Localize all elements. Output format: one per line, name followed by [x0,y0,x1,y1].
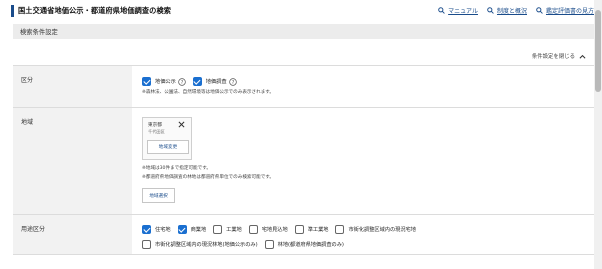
kubun-value: 地価公示 ? 地価調査 ? ※森林法、公園法、自然環境等は地価公示でのみ表示され… [132,66,594,107]
jutakuchi-checkbox[interactable]: 住宅地 [142,225,171,234]
shogyochi-label: 商業地 [190,227,207,233]
chika-koji-label: 地価公示 [155,79,176,85]
search-icon [487,7,494,14]
chiiki-row: 地域 東京都 千代田区 地域変更 ※地域は30件まで指定可能です。 ※都道府県地… [13,108,594,215]
jutakuchi-label: 住宅地 [155,227,171,233]
checkbox-checked [142,77,151,86]
checkbox-unchecked [213,225,223,234]
kogyochi-checkbox[interactable]: 工業地 [213,225,242,234]
search-conditions-table: 区分 地価公示 ? 地価調査 ? ※森林法、公園法、自然環境等は地価公示でのみ表… [13,66,594,255]
rinchi-label: 林地(都道府県地価調査のみ) [277,242,344,248]
chiiki-label: 地域 [13,108,132,214]
page-title: 国土交通省地価公示・都道府県地価調査の検索 [18,6,172,15]
checkbox-unchecked [294,225,304,234]
manual-link[interactable]: マニュアル [438,6,478,15]
help-icon[interactable]: ? [178,77,186,86]
junkogyochi-label: 準工業地 [307,227,329,233]
youto-options-row-2: 市街化調整区域内の現況林地(地価公示のみ) 林地(都道府県地価調査のみ) [142,240,594,249]
scrollbar-thumb[interactable] [595,10,601,92]
rinchi-checkbox[interactable]: 林地(都道府県地価調査のみ) [264,240,344,249]
checkbox-checked [192,77,202,86]
kubun-label: 区分 [13,66,132,107]
title-accent-bar [11,5,14,17]
checkbox-unchecked [335,225,345,234]
kogyochi-label: 工業地 [226,227,242,233]
chiiki-note-2: ※都道府県地価調査の林地は都道府県単位でのみ検索可能です。 [142,175,275,180]
overview-link-label: 制度と概況 [496,8,527,15]
kubun-options: 地価公示 ? 地価調査 ? [142,77,594,86]
genkyo-takuchi-checkbox[interactable]: 市街化調整区域内の現況宅地 [335,225,416,234]
genkyo-rinchi-label: 市街化調整区域内の現況林地(地価公示のみ) [155,242,258,248]
checkbox-unchecked [142,240,151,249]
chevron-up-icon [579,54,586,59]
section-header: 検索条件設定 [13,24,594,39]
kubun-note: ※森林法、公園法、自然環境等は地価公示でのみ表示されます。 [142,90,275,95]
youto-row: 用途区分 住宅地 商業地 工業地 宅地見込地 準工業地 市街化調整区域内の現況宅… [13,215,594,255]
collapse-conditions-button[interactable]: 条件設定を閉じる [532,52,586,60]
collapse-conditions-label: 条件設定を閉じる [531,54,575,60]
chiiki-value: 東京都 千代田区 地域変更 ※地域は30件まで指定可能です。 ※都道府県地価調査… [132,108,594,214]
manual-link-label: マニュアル [448,8,478,15]
checkbox-unchecked [248,225,258,234]
overview-link[interactable]: 制度と概況 [487,6,527,15]
selected-area-tag: 東京都 千代田区 地域変更 [142,117,192,160]
chika-chosa-label: 地価調査 [205,79,227,85]
youto-value: 住宅地 商業地 工業地 宅地見込地 準工業地 市街化調整区域内の現況宅地 市街化… [132,215,594,254]
chika-chosa-checkbox[interactable]: 地価調査 ? [192,77,237,86]
appraisal-guide-link[interactable]: 鑑定評価書の見方 [536,6,594,15]
selected-city: 千代田区 [148,129,165,134]
checkbox-checked [142,225,151,234]
chika-koji-checkbox[interactable]: 地価公示 ? [142,77,186,86]
junkogyochi-checkbox[interactable]: 準工業地 [294,225,329,234]
select-area-button[interactable]: 地域選択 [142,188,175,203]
appraisal-guide-link-label: 鑑定評価書の見方 [545,8,594,15]
toggle-row: 条件設定を閉じる [13,44,594,66]
checkbox-unchecked [264,240,274,249]
header-links: マニュアル 制度と概況 鑑定評価書の見方 [438,6,594,15]
checkbox-checked [177,225,187,234]
genkyo-rinchi-checkbox[interactable]: 市街化調整区域内の現況林地(地価公示のみ) [142,240,258,249]
close-icon[interactable] [178,121,185,128]
youto-options-row-1: 住宅地 商業地 工業地 宅地見込地 準工業地 市街化調整区域内の現況宅地 [142,225,594,234]
kubun-row: 区分 地価公示 ? 地価調査 ? ※森林法、公園法、自然環境等は地価公示でのみ表… [13,66,594,108]
shogyochi-checkbox[interactable]: 商業地 [177,225,207,234]
search-icon [438,7,445,14]
change-area-button[interactable]: 地域変更 [147,140,189,154]
vertical-scrollbar[interactable] [594,0,602,269]
genkyo-takuchi-label: 市街化調整区域内の現況宅地 [348,227,416,233]
takuchi-mikomichi-checkbox[interactable]: 宅地見込地 [248,225,288,234]
chiiki-note-1: ※地域は30件まで指定可能です。 [142,166,211,171]
help-icon[interactable]: ? [228,77,237,86]
takuchi-mikomichi-label: 宅地見込地 [261,227,288,233]
search-icon [536,7,543,14]
youto-label: 用途区分 [13,215,132,254]
